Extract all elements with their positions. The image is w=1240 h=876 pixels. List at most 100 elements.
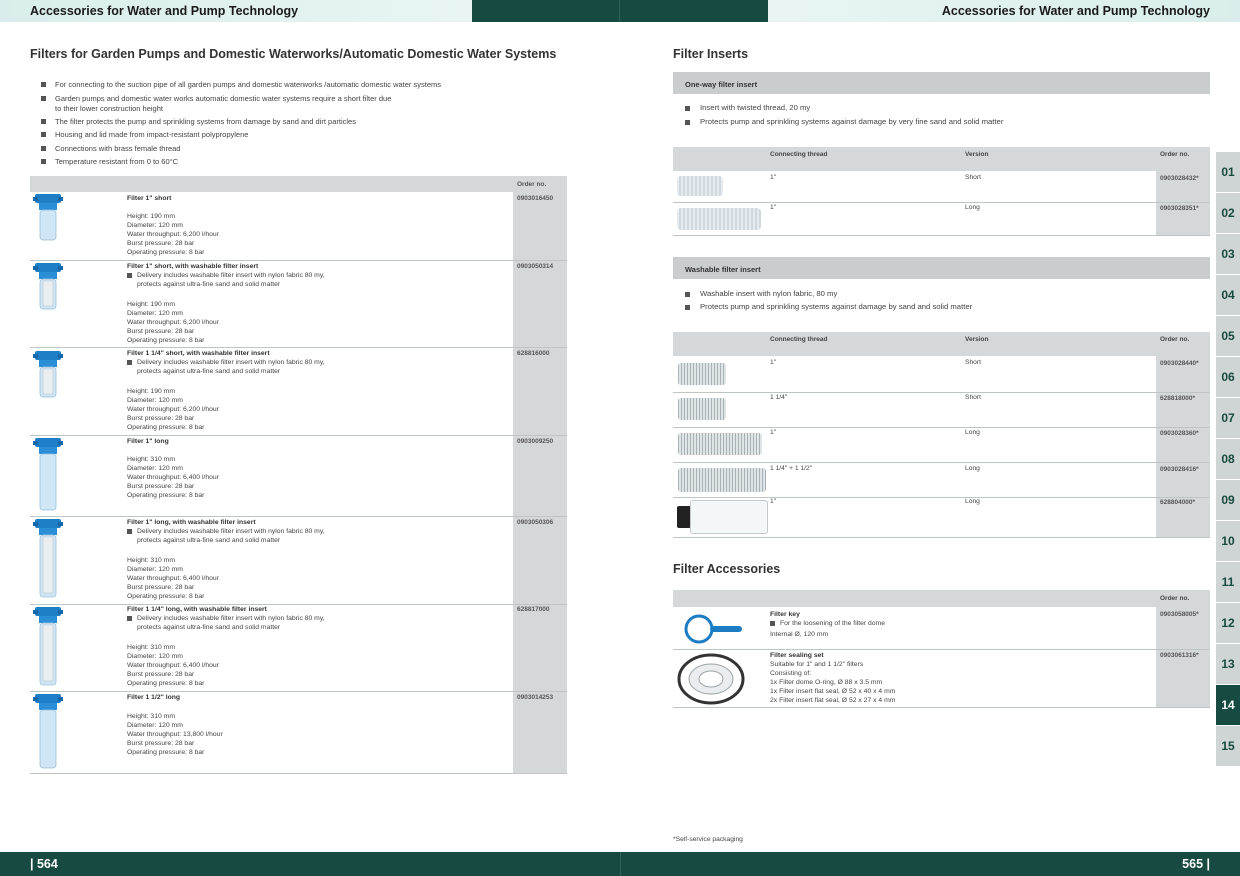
col-order-no: Order no. bbox=[1160, 336, 1190, 343]
garden-filter-short-washable-large-image bbox=[33, 351, 63, 398]
product-name: Filter 1" long, with washable filter ins… bbox=[127, 519, 256, 526]
row-divider bbox=[673, 462, 1210, 463]
left-page-number: | 564 bbox=[30, 857, 58, 871]
row-divider bbox=[30, 691, 567, 692]
row-divider bbox=[30, 435, 567, 436]
row-divider bbox=[30, 604, 567, 605]
left-bullet: The filter protects the pump and sprinkl… bbox=[41, 117, 356, 127]
washable-insert-image bbox=[678, 468, 766, 492]
order-cell: 0903028351* bbox=[1160, 205, 1199, 212]
row-divider bbox=[30, 347, 567, 348]
thread-cell: 1" bbox=[770, 498, 777, 505]
washable-order-column bbox=[1156, 356, 1210, 537]
col-order-no: Order no. bbox=[1160, 151, 1190, 158]
row-divider bbox=[673, 497, 1210, 498]
oneway-bullet: Insert with twisted thread, 20 my bbox=[685, 103, 810, 113]
acc-bullet: For the loosening of the filter dome bbox=[770, 619, 885, 628]
accessories-table-header bbox=[673, 590, 1210, 607]
row-divider bbox=[30, 260, 567, 261]
left-bullet: Connections with brass female thread bbox=[41, 144, 180, 154]
garden-filter-short-washable-image bbox=[33, 263, 63, 310]
product-specs: Height: 190 mm Diameter: 120 mm Water th… bbox=[127, 213, 219, 257]
acc-order-header: Order no. bbox=[1160, 595, 1190, 602]
right-page-number: 565 | bbox=[1182, 857, 1210, 871]
footnote: *Self-service packaging bbox=[673, 836, 743, 843]
oneway-long-insert-image bbox=[677, 208, 761, 230]
washable-insert-image bbox=[690, 500, 768, 534]
washable-section-header: Washable filter insert bbox=[673, 257, 1210, 279]
tab-09[interactable]: 09 bbox=[1216, 480, 1240, 520]
version-cell: Short bbox=[965, 174, 981, 181]
washable-insert-image bbox=[678, 363, 726, 385]
filter-accessories-title: Filter Accessories bbox=[673, 562, 781, 576]
row-divider bbox=[673, 392, 1210, 393]
product-order-no: 0903016450 bbox=[517, 195, 554, 202]
tab-05[interactable]: 05 bbox=[1216, 316, 1240, 356]
left-header-bar: Accessories for Water and Pump Technolog… bbox=[0, 0, 472, 22]
product-specs: Height: 310 mm Diameter: 120 mm Water th… bbox=[127, 456, 219, 500]
product-specs: Height: 310 mm Diameter: 120 mm Water th… bbox=[127, 644, 219, 688]
row-divider bbox=[30, 773, 567, 774]
tab-02[interactable]: 02 bbox=[1216, 193, 1240, 233]
version-cell: Short bbox=[965, 359, 981, 366]
header-divider-block bbox=[472, 0, 768, 22]
tab-10[interactable]: 10 bbox=[1216, 521, 1240, 561]
product-order-no: 628817000 bbox=[517, 606, 550, 613]
row-divider bbox=[673, 649, 1210, 650]
oneway-section-header: One-way filter insert bbox=[673, 72, 1210, 94]
order-cell: 0903028432* bbox=[1160, 175, 1199, 182]
thread-cell: 1" bbox=[770, 174, 777, 181]
row-divider bbox=[673, 235, 1210, 236]
footer-bar: | 564 565 | bbox=[0, 852, 1240, 876]
left-bullet: Housing and lid made from impact-resista… bbox=[41, 130, 248, 140]
version-cell: Long bbox=[965, 429, 980, 436]
product-specs: Height: 190 mm Diameter: 120 mm Water th… bbox=[127, 388, 219, 432]
row-divider bbox=[673, 707, 1210, 708]
left-bullet: For connecting to the suction pipe of al… bbox=[41, 80, 441, 90]
tab-14-active[interactable]: 14 bbox=[1216, 685, 1240, 725]
insert-cap-image bbox=[677, 506, 691, 528]
tab-01[interactable]: 01 bbox=[1216, 152, 1240, 192]
version-cell: Long bbox=[965, 204, 980, 211]
tab-08[interactable]: 08 bbox=[1216, 439, 1240, 479]
order-cell: 0903028440* bbox=[1160, 360, 1199, 367]
washable-bullet: Protects pump and sprinkling systems aga… bbox=[685, 302, 972, 312]
order-column-header: Order no. bbox=[517, 181, 547, 188]
washable-bullet: Washable insert with nylon fabric, 80 my bbox=[685, 289, 837, 299]
left-header-title: Accessories for Water and Pump Technolog… bbox=[30, 4, 299, 18]
order-cell: 628804000* bbox=[1160, 499, 1196, 506]
filter-inserts-title: Filter Inserts bbox=[673, 47, 749, 61]
row-divider bbox=[30, 516, 567, 517]
order-cell: 628818000* bbox=[1160, 395, 1196, 402]
product-order-no: 0903050306 bbox=[517, 519, 554, 526]
product-table-header bbox=[30, 176, 567, 192]
acc-desc: Suitable for 1" and 1 1/2" filters Consi… bbox=[770, 661, 896, 705]
right-header-title: Accessories for Water and Pump Technolog… bbox=[941, 4, 1210, 18]
acc-name: Filter key bbox=[770, 611, 800, 618]
oneway-table-header bbox=[673, 147, 1210, 171]
product-bullet: Delivery includes washable filter insert… bbox=[127, 271, 325, 289]
tab-11[interactable]: 11 bbox=[1216, 562, 1240, 602]
product-specs: Height: 190 mm Diameter: 120 mm Water th… bbox=[127, 301, 219, 345]
garden-filter-long-washable-image bbox=[33, 519, 63, 598]
oneway-short-insert-image bbox=[677, 176, 723, 196]
tab-12[interactable]: 12 bbox=[1216, 603, 1240, 643]
product-order-no: 0903009250 bbox=[517, 438, 554, 445]
tab-07[interactable]: 07 bbox=[1216, 398, 1240, 438]
col-connecting-thread: Connecting thread bbox=[770, 336, 828, 343]
order-cell: 0903028416* bbox=[1160, 466, 1199, 473]
acc-desc: Internal Ø, 120 mm bbox=[770, 631, 829, 638]
product-name: Filter 1" long bbox=[127, 438, 169, 445]
acc-name: Filter sealing set bbox=[770, 652, 824, 659]
tab-13[interactable]: 13 bbox=[1216, 644, 1240, 684]
tab-03[interactable]: 03 bbox=[1216, 234, 1240, 274]
version-cell: Long bbox=[965, 498, 980, 505]
tab-04[interactable]: 04 bbox=[1216, 275, 1240, 315]
tab-06[interactable]: 06 bbox=[1216, 357, 1240, 397]
product-order-no: 628816000 bbox=[517, 350, 550, 357]
col-version: Version bbox=[965, 151, 989, 158]
product-specs: Height: 310 mm Diameter: 120 mm Water th… bbox=[127, 713, 223, 757]
filter-key-image bbox=[684, 614, 742, 644]
tab-15[interactable]: 15 bbox=[1216, 726, 1240, 766]
product-name: Filter 1 1/2" long bbox=[127, 694, 181, 701]
